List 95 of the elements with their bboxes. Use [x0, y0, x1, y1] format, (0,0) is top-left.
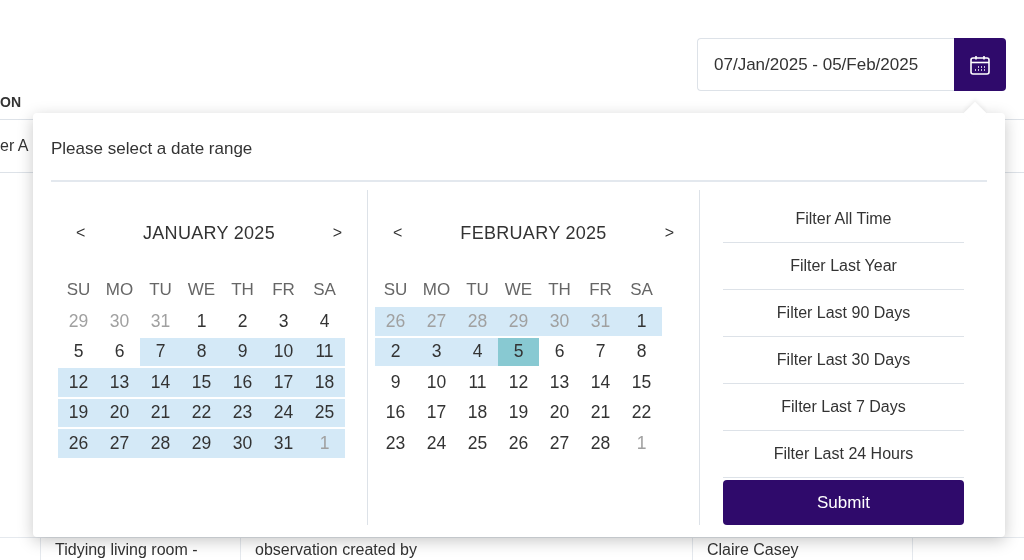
calendar-button[interactable]: [954, 38, 1006, 91]
previous-month-button[interactable]: <: [389, 222, 407, 244]
calendar-day[interactable]: 2: [222, 307, 263, 336]
calendar-day[interactable]: 13: [539, 368, 580, 397]
calendar-day[interactable]: 17: [416, 398, 457, 427]
calendar-day[interactable]: 11: [457, 368, 498, 397]
calendar-day[interactable]: 23: [375, 429, 416, 458]
weekday-label: FR: [271, 280, 296, 300]
weekday-label: SA: [629, 280, 654, 300]
calendar-day[interactable]: 16: [375, 398, 416, 427]
calendar-day[interactable]: 20: [539, 398, 580, 427]
month-title: FEBRUARY 2025: [460, 222, 607, 244]
calendar-day[interactable]: 28: [140, 429, 181, 458]
calendar-day[interactable]: 16: [222, 368, 263, 397]
calendar-day[interactable]: 4: [457, 337, 498, 366]
calendar-day[interactable]: 1: [621, 307, 662, 336]
calendar-day[interactable]: 26: [498, 429, 539, 458]
filter-option[interactable]: Filter All Time: [723, 196, 964, 243]
calendar-day[interactable]: 7: [580, 337, 621, 366]
calendar-day[interactable]: 7: [140, 337, 181, 366]
table-cell: observation created by: [240, 538, 692, 560]
calendar-day[interactable]: 8: [181, 337, 222, 366]
filter-option[interactable]: Filter Last 7 Days: [723, 384, 964, 431]
calendar-day[interactable]: 30: [222, 429, 263, 458]
calendar-day[interactable]: 14: [580, 368, 621, 397]
calendar-day[interactable]: 20: [99, 398, 140, 427]
calendar-day[interactable]: 17: [263, 368, 304, 397]
calendar-day[interactable]: 1: [181, 307, 222, 336]
weekday-label: TH: [230, 280, 255, 300]
weekday-label: MO: [421, 280, 452, 300]
calendar-day[interactable]: 19: [58, 398, 99, 427]
weekday-label: SA: [312, 280, 337, 300]
calendar-day[interactable]: 24: [263, 398, 304, 427]
weekday-label: WE: [503, 280, 534, 300]
table-cell: Tidying living room -: [40, 538, 240, 560]
date-range-field[interactable]: 07/Jan/2025 - 05/Feb/2025: [697, 38, 954, 91]
filter-option[interactable]: Filter Last Year: [723, 243, 964, 290]
calendar-day[interactable]: 26: [58, 429, 99, 458]
calendar-day[interactable]: 11: [304, 337, 345, 366]
month-title: JANUARY 2025: [143, 222, 275, 244]
calendar-day[interactable]: 15: [181, 368, 222, 397]
calendar-day[interactable]: 22: [181, 398, 222, 427]
calendar-day[interactable]: 31: [263, 429, 304, 458]
weekday-label: TU: [465, 280, 490, 300]
filter-field[interactable]: er A: [0, 137, 29, 155]
calendar-day[interactable]: 8: [621, 337, 662, 366]
calendar-day[interactable]: 12: [58, 368, 99, 397]
calendar-day[interactable]: 5: [498, 337, 539, 366]
calendar-day[interactable]: 14: [140, 368, 181, 397]
calendar-day[interactable]: 3: [416, 337, 457, 366]
calendar-day[interactable]: 15: [621, 368, 662, 397]
calendar-day[interactable]: 6: [539, 337, 580, 366]
calendar-day[interactable]: 2: [375, 337, 416, 366]
weekday-label: SU: [65, 280, 92, 300]
weekday-label: MO: [104, 280, 135, 300]
next-month-button[interactable]: >: [328, 222, 346, 244]
calendar-day[interactable]: 22: [621, 398, 662, 427]
calendar-day[interactable]: 21: [580, 398, 621, 427]
next-month-button[interactable]: >: [660, 222, 678, 244]
calendar-day[interactable]: 9: [375, 368, 416, 397]
previous-month-button[interactable]: <: [72, 222, 90, 244]
calendar-day[interactable]: 10: [416, 368, 457, 397]
weekday-label: TU: [148, 280, 173, 300]
calendar-day[interactable]: 27: [99, 429, 140, 458]
calendar-day[interactable]: 10: [263, 337, 304, 366]
calendar-day[interactable]: 5: [58, 337, 99, 366]
calendar-day[interactable]: 18: [457, 398, 498, 427]
calendar-day[interactable]: 6: [99, 337, 140, 366]
weekday-label: TH: [547, 280, 572, 300]
calendar-day[interactable]: 28: [580, 429, 621, 458]
calendar-day[interactable]: 13: [99, 368, 140, 397]
calendar-day[interactable]: 9: [222, 337, 263, 366]
calendar-day[interactable]: 4: [304, 307, 345, 336]
calendar-day[interactable]: 27: [539, 429, 580, 458]
calendar-day[interactable]: 25: [304, 398, 345, 427]
calendar-day[interactable]: 12: [498, 368, 539, 397]
calendar-day[interactable]: 25: [457, 429, 498, 458]
table-cell: Claire Casey: [692, 538, 912, 560]
filter-option[interactable]: Filter Last 90 Days: [723, 290, 964, 337]
weekday-label: FR: [588, 280, 613, 300]
calendar-day[interactable]: 19: [498, 398, 539, 427]
calendar-icon: [969, 53, 991, 76]
filter-option[interactable]: Filter Last 30 Days: [723, 337, 964, 384]
calendar-day[interactable]: 18: [304, 368, 345, 397]
calendar-day[interactable]: 21: [140, 398, 181, 427]
calendar-day[interactable]: 3: [263, 307, 304, 336]
calendar-day[interactable]: 29: [181, 429, 222, 458]
calendar-day[interactable]: 23: [222, 398, 263, 427]
submit-button[interactable]: Submit: [723, 480, 964, 525]
weekday-label: SU: [382, 280, 409, 300]
column-header: ON: [0, 94, 21, 110]
calendar-day[interactable]: 24: [416, 429, 457, 458]
filter-option[interactable]: Filter Last 24 Hours: [723, 431, 964, 478]
popup-prompt: Please select a date range: [51, 113, 987, 182]
weekday-label: WE: [186, 280, 217, 300]
